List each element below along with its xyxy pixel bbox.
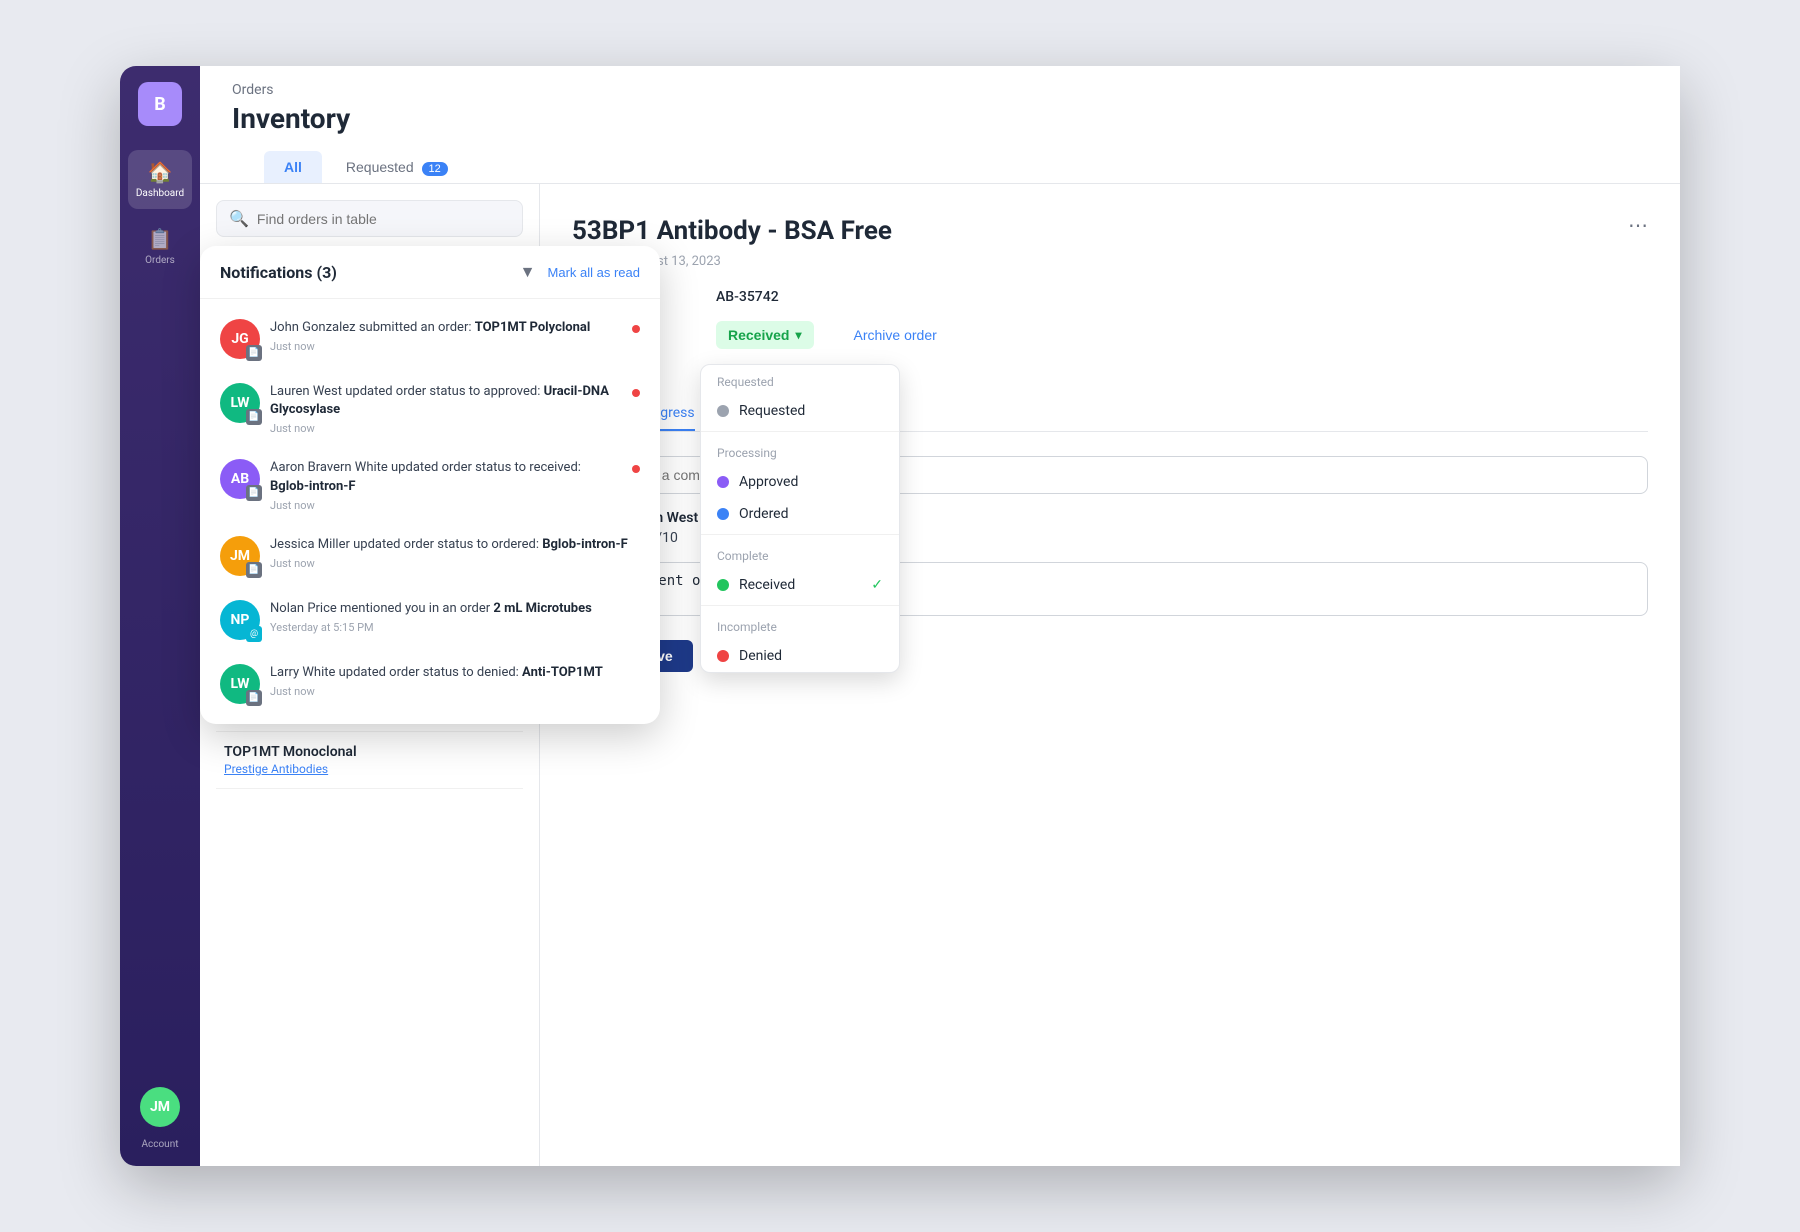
dropdown-item-requested[interactable]: Requested: [701, 395, 899, 427]
notif-time: Just now: [270, 499, 622, 512]
archive-order-button[interactable]: Archive order: [854, 327, 937, 343]
notification-item[interactable]: NP @ Nolan Price mentioned you in an ord…: [200, 588, 660, 652]
filter-icon[interactable]: ▼: [520, 262, 536, 282]
notif-time: Just now: [270, 422, 622, 435]
more-options-button[interactable]: ⋯: [1628, 216, 1648, 236]
notif-badge-icon: 📄: [246, 562, 262, 578]
notif-avatar-wrap: LW 📄: [220, 664, 260, 704]
notif-time: Yesterday at 5:15 PM: [270, 621, 640, 634]
notif-text: Lauren West updated order status to appr…: [270, 383, 622, 419]
notif-badge-icon: 📄: [246, 485, 262, 501]
dot-green-icon: [717, 579, 729, 591]
notif-text: Larry White updated order status to deni…: [270, 664, 640, 682]
tab-all[interactable]: All: [264, 151, 322, 183]
status-dropdown-button[interactable]: Received ▾: [716, 321, 814, 349]
notif-badge-icon: @: [246, 626, 262, 642]
notif-text: Aaron Bravern White updated order status…: [270, 459, 622, 495]
sidebar-item-orders[interactable]: 📋 Orders: [128, 217, 192, 276]
dot-blue-icon: [717, 508, 729, 520]
dropdown-item-received[interactable]: Received ✓: [701, 569, 899, 601]
notif-avatar-wrap: NP @: [220, 600, 260, 640]
notif-avatar-wrap: JM 📄: [220, 536, 260, 576]
order-no-value: AB-35742: [716, 289, 779, 305]
list-item[interactable]: TOP1MT Monoclonal Prestige Antibodies: [216, 732, 523, 789]
notification-item[interactable]: JG 📄 John Gonzalez submitted an order: T…: [200, 307, 660, 371]
notif-avatar-wrap: AB 📄: [220, 459, 260, 499]
order-no-row: Order no. AB-35742: [572, 289, 1648, 305]
notif-text: Nolan Price mentioned you in an order 2 …: [270, 600, 640, 618]
notif-time: Just now: [270, 685, 640, 698]
mark-all-read-button[interactable]: Mark all as read: [548, 265, 640, 280]
detail-panel: 53BP1 Antibody - BSA Free ⋯ Updated: Aug…: [540, 184, 1680, 1166]
notif-avatar-wrap: JG 📄: [220, 319, 260, 359]
sidebar-item-dashboard[interactable]: 🏠 Dashboard: [128, 150, 192, 209]
notif-header-right: ▼ Mark all as read: [520, 262, 640, 282]
notif-content: Larry White updated order status to deni…: [270, 664, 640, 698]
notifications-list: JG 📄 John Gonzalez submitted an order: T…: [200, 299, 660, 724]
orders-icon: 📋: [148, 227, 173, 251]
notif-text: John Gonzalez submitted an order: TOP1MT…: [270, 319, 622, 337]
notification-item[interactable]: LW 📄 Larry White updated order status to…: [200, 652, 660, 716]
notif-avatar-wrap: LW 📄: [220, 383, 260, 423]
sidebar-logo[interactable]: B: [138, 82, 182, 126]
unread-dot: [632, 465, 640, 473]
notification-item[interactable]: LW 📄 Lauren West updated order status to…: [200, 371, 660, 447]
dropdown-section-complete: Complete: [701, 539, 899, 569]
tab-requested[interactable]: Requested 12: [326, 151, 468, 183]
detail-header: 53BP1 Antibody - BSA Free ⋯: [572, 216, 1648, 246]
dot-red-icon: [717, 650, 729, 662]
home-icon: 🏠: [148, 160, 173, 184]
search-input[interactable]: [257, 211, 510, 227]
account-avatar[interactable]: JM: [140, 1087, 180, 1127]
notifications-panel: Notifications (3) ▼ Mark all as read JG …: [200, 246, 660, 724]
search-icon: 🔍: [229, 209, 249, 228]
notif-badge-icon: 📄: [246, 409, 262, 425]
account-label: Account: [141, 1139, 178, 1150]
dot-grey-icon: [717, 405, 729, 417]
status-dropdown: Requested Requested Processing Approved …: [700, 364, 900, 673]
notif-content: John Gonzalez submitted an order: TOP1MT…: [270, 319, 622, 353]
dropdown-section-incomplete: Incomplete: [701, 610, 899, 640]
unread-dot: [632, 389, 640, 397]
dropdown-item-denied[interactable]: Denied: [701, 640, 899, 672]
dropdown-section-processing: Processing: [701, 436, 899, 466]
notifications-header: Notifications (3) ▼ Mark all as read: [200, 246, 660, 299]
dropdown-section-requested: Requested: [701, 365, 899, 395]
notification-item[interactable]: AB 📄 Aaron Bravern White updated order s…: [200, 447, 660, 523]
notification-item[interactable]: JM 📄 Jessica Miller updated order status…: [200, 524, 660, 588]
chevron-down-icon: ▾: [795, 328, 801, 342]
notif-time: Just now: [270, 340, 622, 353]
breadcrumb: Orders: [232, 82, 350, 98]
dot-purple-icon: [717, 476, 729, 488]
detail-updated: Updated: August 13, 2023: [572, 254, 1648, 269]
filter-tabs: All Requested 12: [232, 151, 1648, 183]
sidebar: B 🏠 Dashboard 📋 Orders JM Account: [120, 66, 200, 1166]
requested-badge: 12: [422, 162, 448, 176]
notif-content: Lauren West updated order status to appr…: [270, 383, 622, 435]
notifications-title: Notifications (3): [220, 263, 337, 282]
notif-content: Nolan Price mentioned you in an order 2 …: [270, 600, 640, 634]
detail-title: 53BP1 Antibody - BSA Free: [572, 216, 892, 246]
unread-dot: [632, 325, 640, 333]
page-title: Inventory: [232, 102, 350, 135]
status-value: Received: [728, 327, 789, 343]
notif-time: Just now: [270, 557, 640, 570]
check-icon: ✓: [871, 577, 883, 593]
status-row: Status Received ▾ Archive order: [572, 321, 1648, 349]
notif-content: Aaron Bravern White updated order status…: [270, 459, 622, 511]
dropdown-item-ordered[interactable]: Ordered: [701, 498, 899, 530]
page-header: Orders Inventory All Requested 12: [200, 66, 1680, 184]
sidebar-nav: 🏠 Dashboard 📋 Orders: [128, 150, 192, 1087]
notif-content: Jessica Miller updated order status to o…: [270, 536, 640, 570]
dropdown-item-approved[interactable]: Approved: [701, 466, 899, 498]
search-bar: 🔍: [216, 200, 523, 237]
sidebar-dashboard-label: Dashboard: [136, 188, 184, 199]
notif-badge-icon: 📄: [246, 690, 262, 706]
sidebar-orders-label: Orders: [145, 255, 175, 266]
notif-text: Jessica Miller updated order status to o…: [270, 536, 640, 554]
notif-badge-icon: 📄: [246, 345, 262, 361]
